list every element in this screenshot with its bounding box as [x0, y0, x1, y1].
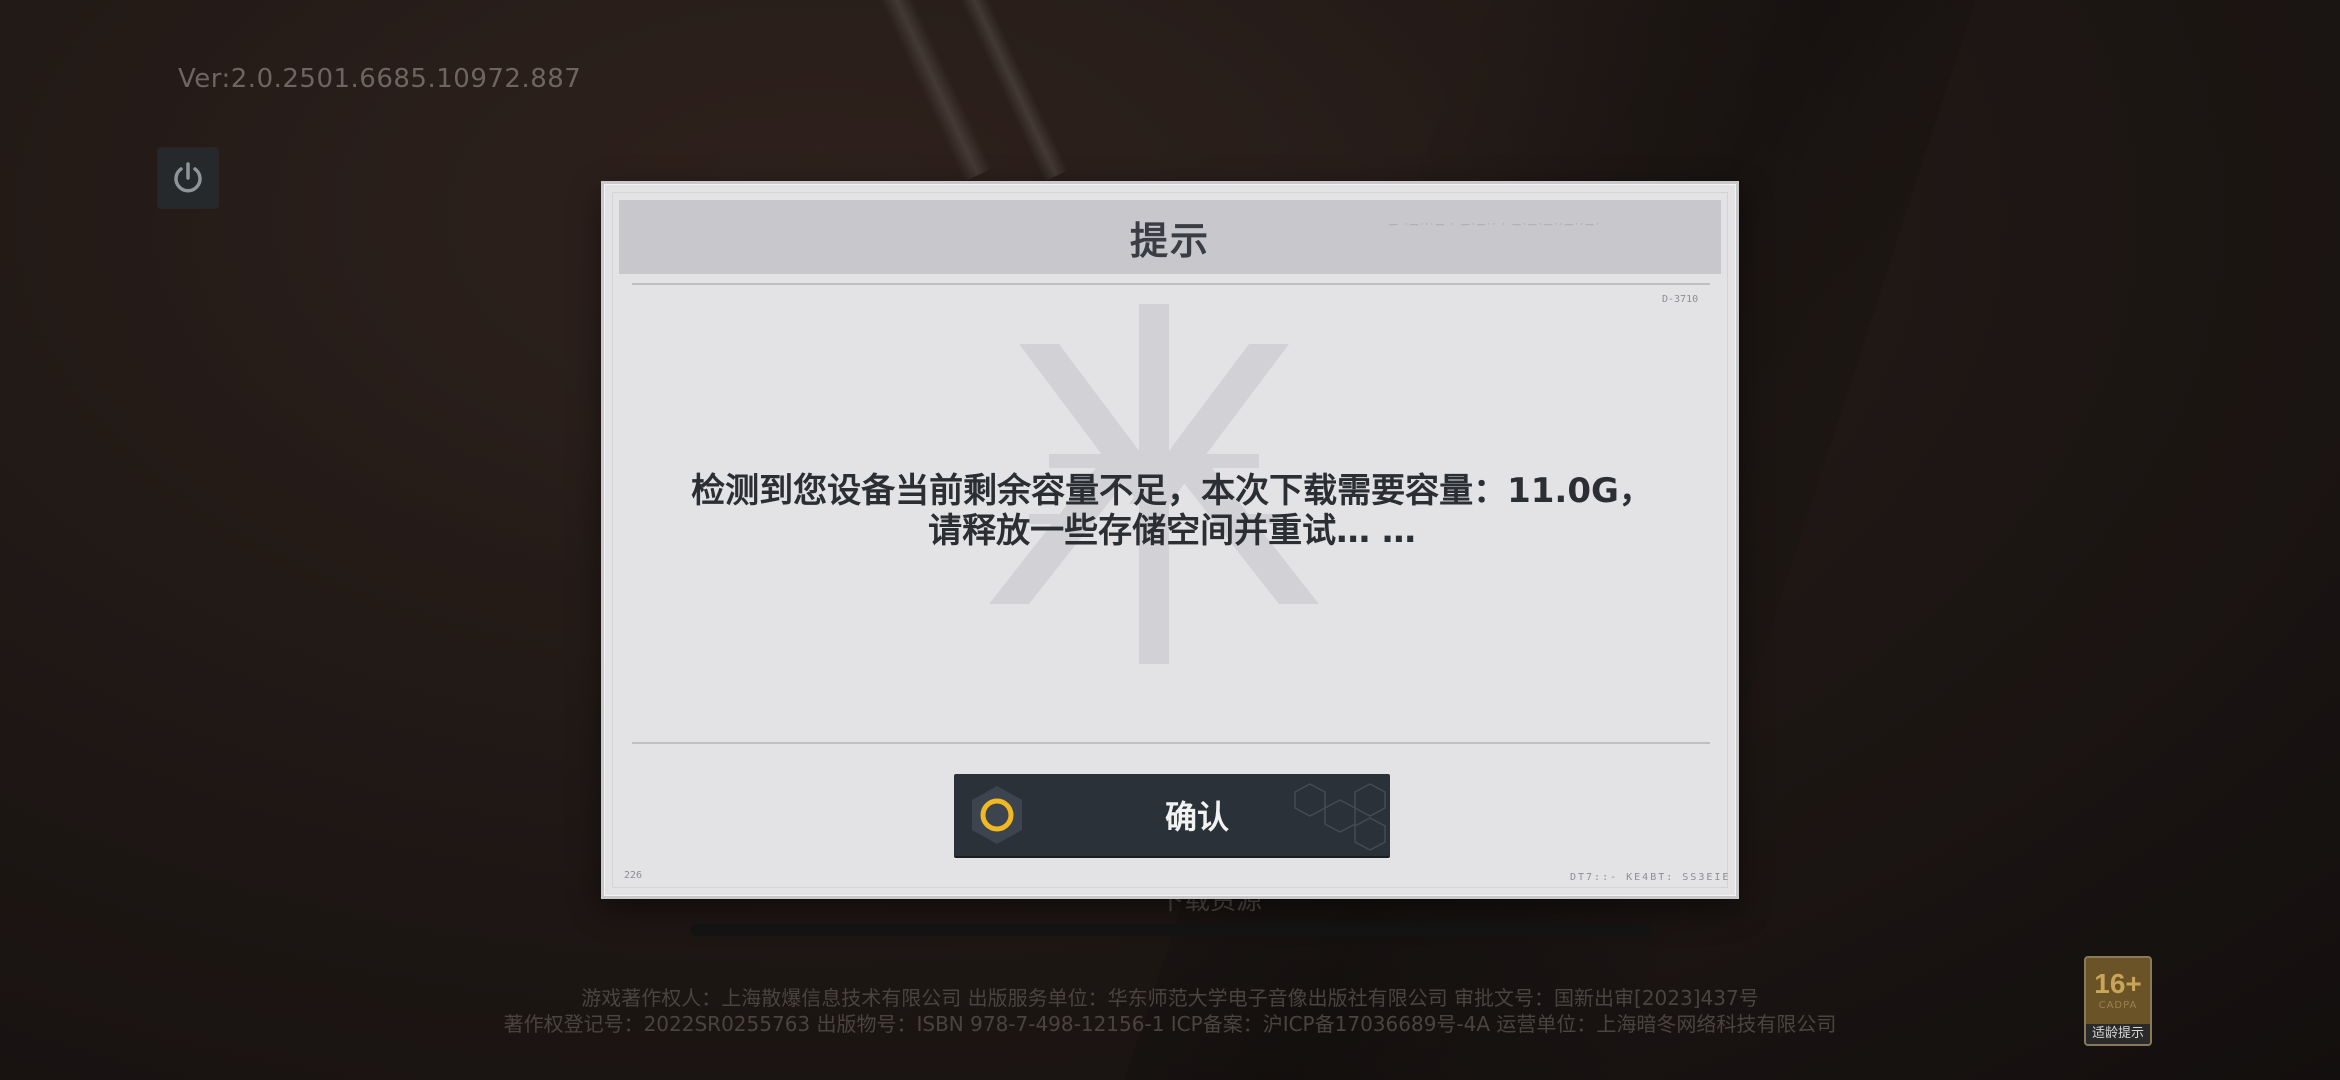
header-divider — [632, 283, 1710, 285]
power-icon — [174, 162, 202, 193]
code-tag-bottom-left: 226 — [624, 870, 643, 881]
dialog-title: 提示 — [1129, 218, 1210, 263]
copyright-line-1: 游戏著作权人：上海散爆信息技术有限公司 出版服务单位：华东师范大学电子音像出版社… — [581, 986, 1759, 1010]
message-line-1: 检测到您设备当前剩余容量不足，本次下载需要容量：11.0G， — [691, 471, 1653, 511]
copyright-line-2: 著作权登记号：2022SR0255763 出版物号：ISBN 978-7-498… — [503, 1012, 1837, 1036]
confirm-button-label: 确认 — [1164, 798, 1229, 836]
code-tag-bottom-right: DT7::- KE4BT: SS3EIE — [1570, 872, 1731, 883]
age-rating-number: 16+ — [2094, 968, 2142, 999]
confirm-button[interactable]: 确认 — [954, 774, 1390, 856]
code-tag-top-right: D-3710 — [1662, 294, 1699, 305]
header-decor-text: — ·—···— · —·—·· · —·—·—··—··—· — [1388, 220, 1601, 230]
power-button[interactable] — [158, 148, 218, 208]
age-rating-badge[interactable]: 16+ CADPA 适龄提示 — [2084, 956, 2152, 1046]
age-rating-label: 适龄提示 — [2086, 1024, 2150, 1044]
dialog-header: 提示 — ·—···— · —·—·· · —·—·—··—··—· — [619, 200, 1721, 274]
download-progress-bar — [690, 924, 1650, 936]
version-label: Ver:2.0.2501.6685.10972.887 — [178, 64, 582, 94]
age-rating-org: CADPA — [2098, 1000, 2138, 1011]
dialog-message: 检测到您设备当前剩余容量不足，本次下载需要容量：11.0G， 请释放一些存储空间… — [624, 471, 1720, 551]
message-line-2: 请释放一些存储空间并重试… … — [928, 511, 1416, 551]
footer-divider — [632, 742, 1710, 744]
alert-dialog: 提示 — ·—···— · —·—·· · —·—·—··—··—· D-371… — [601, 181, 1739, 899]
